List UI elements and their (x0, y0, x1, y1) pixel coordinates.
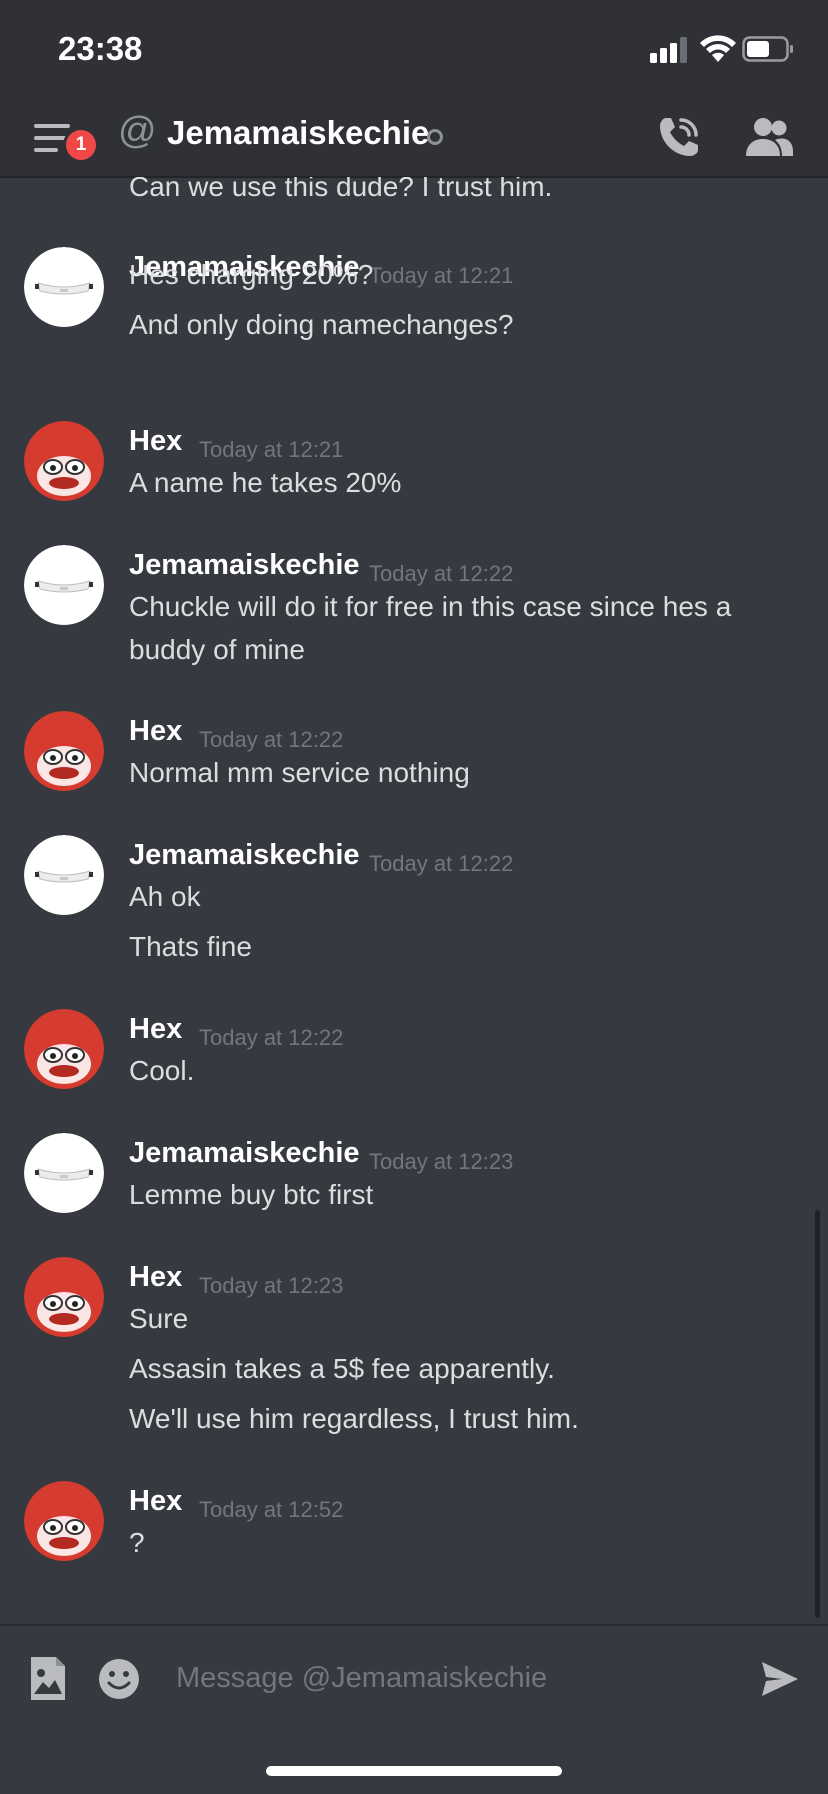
channel-header: 1 @ Jemamaiskechie (0, 100, 828, 178)
avatar-jemamaiskechie[interactable] (24, 247, 104, 327)
message-text: Assasin takes a 5$ fee apparently. (129, 1353, 555, 1384)
avatar-hex[interactable] (24, 711, 104, 791)
message-timestamp: Today at 12:23 (369, 1149, 514, 1174)
message-author[interactable]: Jemamaiskechie (129, 549, 360, 582)
message-author[interactable]: Hex (129, 1485, 182, 1518)
avatar-hex[interactable] (24, 1481, 104, 1561)
emoji-icon[interactable] (98, 1658, 140, 1700)
message-text: Lemme buy btc first (129, 1179, 374, 1210)
avatar-jemamaiskechie[interactable] (24, 835, 104, 915)
message-timestamp: Today at 12:21 (369, 263, 514, 288)
avatar-hex[interactable] (24, 421, 104, 501)
message-author[interactable]: Hex (129, 1013, 182, 1046)
message-text: Chuckle will do it for free in this case… (129, 591, 732, 622)
message-input[interactable] (176, 1652, 736, 1704)
status-bar: 23:38 (0, 0, 828, 100)
message-text: buddy of mine (129, 634, 305, 665)
message-text: Thats fine (129, 931, 252, 962)
avatar-hex[interactable] (24, 1257, 104, 1337)
message-text: Can we use this dude? I trust him. (129, 177, 553, 202)
avatar-hex[interactable] (24, 1009, 104, 1089)
menu-button[interactable]: 1 (34, 118, 98, 168)
message-timestamp: Today at 12:22 (199, 1025, 344, 1050)
message-text: Sure (129, 1303, 189, 1334)
message-text: And only doing namechanges? (129, 309, 514, 340)
cellular-signal-icon (650, 37, 687, 63)
home-indicator[interactable] (266, 1766, 562, 1776)
at-icon: @ (118, 110, 157, 152)
message-text: We'll use him regardless, I trust him. (129, 1403, 579, 1434)
message-list[interactable]: Can we use this dude? I trust him. Jemam… (0, 177, 828, 1623)
message-author[interactable]: Hex (129, 715, 182, 748)
message-timestamp: Today at 12:22 (369, 851, 514, 876)
message-text: Normal mm service nothing (129, 757, 470, 788)
message-text: ? (129, 1527, 145, 1558)
message-author[interactable]: Jemamaiskechie (129, 839, 360, 872)
scrollbar[interactable] (815, 1210, 820, 1618)
avatar-jemamaiskechie[interactable] (24, 1133, 104, 1213)
status-indicator (427, 129, 443, 145)
channel-title[interactable]: Jemamaiskechie (167, 114, 429, 152)
message-timestamp: Today at 12:23 (199, 1273, 344, 1298)
notification-badge: 1 (66, 130, 96, 160)
status-time: 23:38 (58, 30, 143, 67)
send-icon[interactable] (760, 1660, 800, 1698)
message-timestamp: Today at 12:21 (199, 437, 344, 462)
message-timestamp: Today at 12:52 (199, 1497, 344, 1522)
message-timestamp: Today at 12:22 (199, 727, 344, 752)
wifi-icon (700, 35, 736, 62)
message-text: Hes charging 20%? (129, 259, 374, 290)
avatar-jemamaiskechie[interactable] (24, 545, 104, 625)
message-text: Cool. (129, 1055, 195, 1086)
image-upload-icon[interactable] (28, 1656, 68, 1702)
message-author[interactable]: Hex (129, 425, 182, 458)
battery-icon (742, 36, 793, 62)
message-author[interactable]: Hex (129, 1261, 182, 1294)
members-icon[interactable] (744, 116, 794, 158)
message-timestamp: Today at 12:22 (369, 561, 514, 586)
call-icon[interactable] (656, 114, 702, 160)
message-author[interactable]: Jemamaiskechie (129, 1137, 360, 1170)
message-text: A name he takes 20% (129, 467, 402, 498)
message-text: Ah ok (129, 881, 201, 912)
